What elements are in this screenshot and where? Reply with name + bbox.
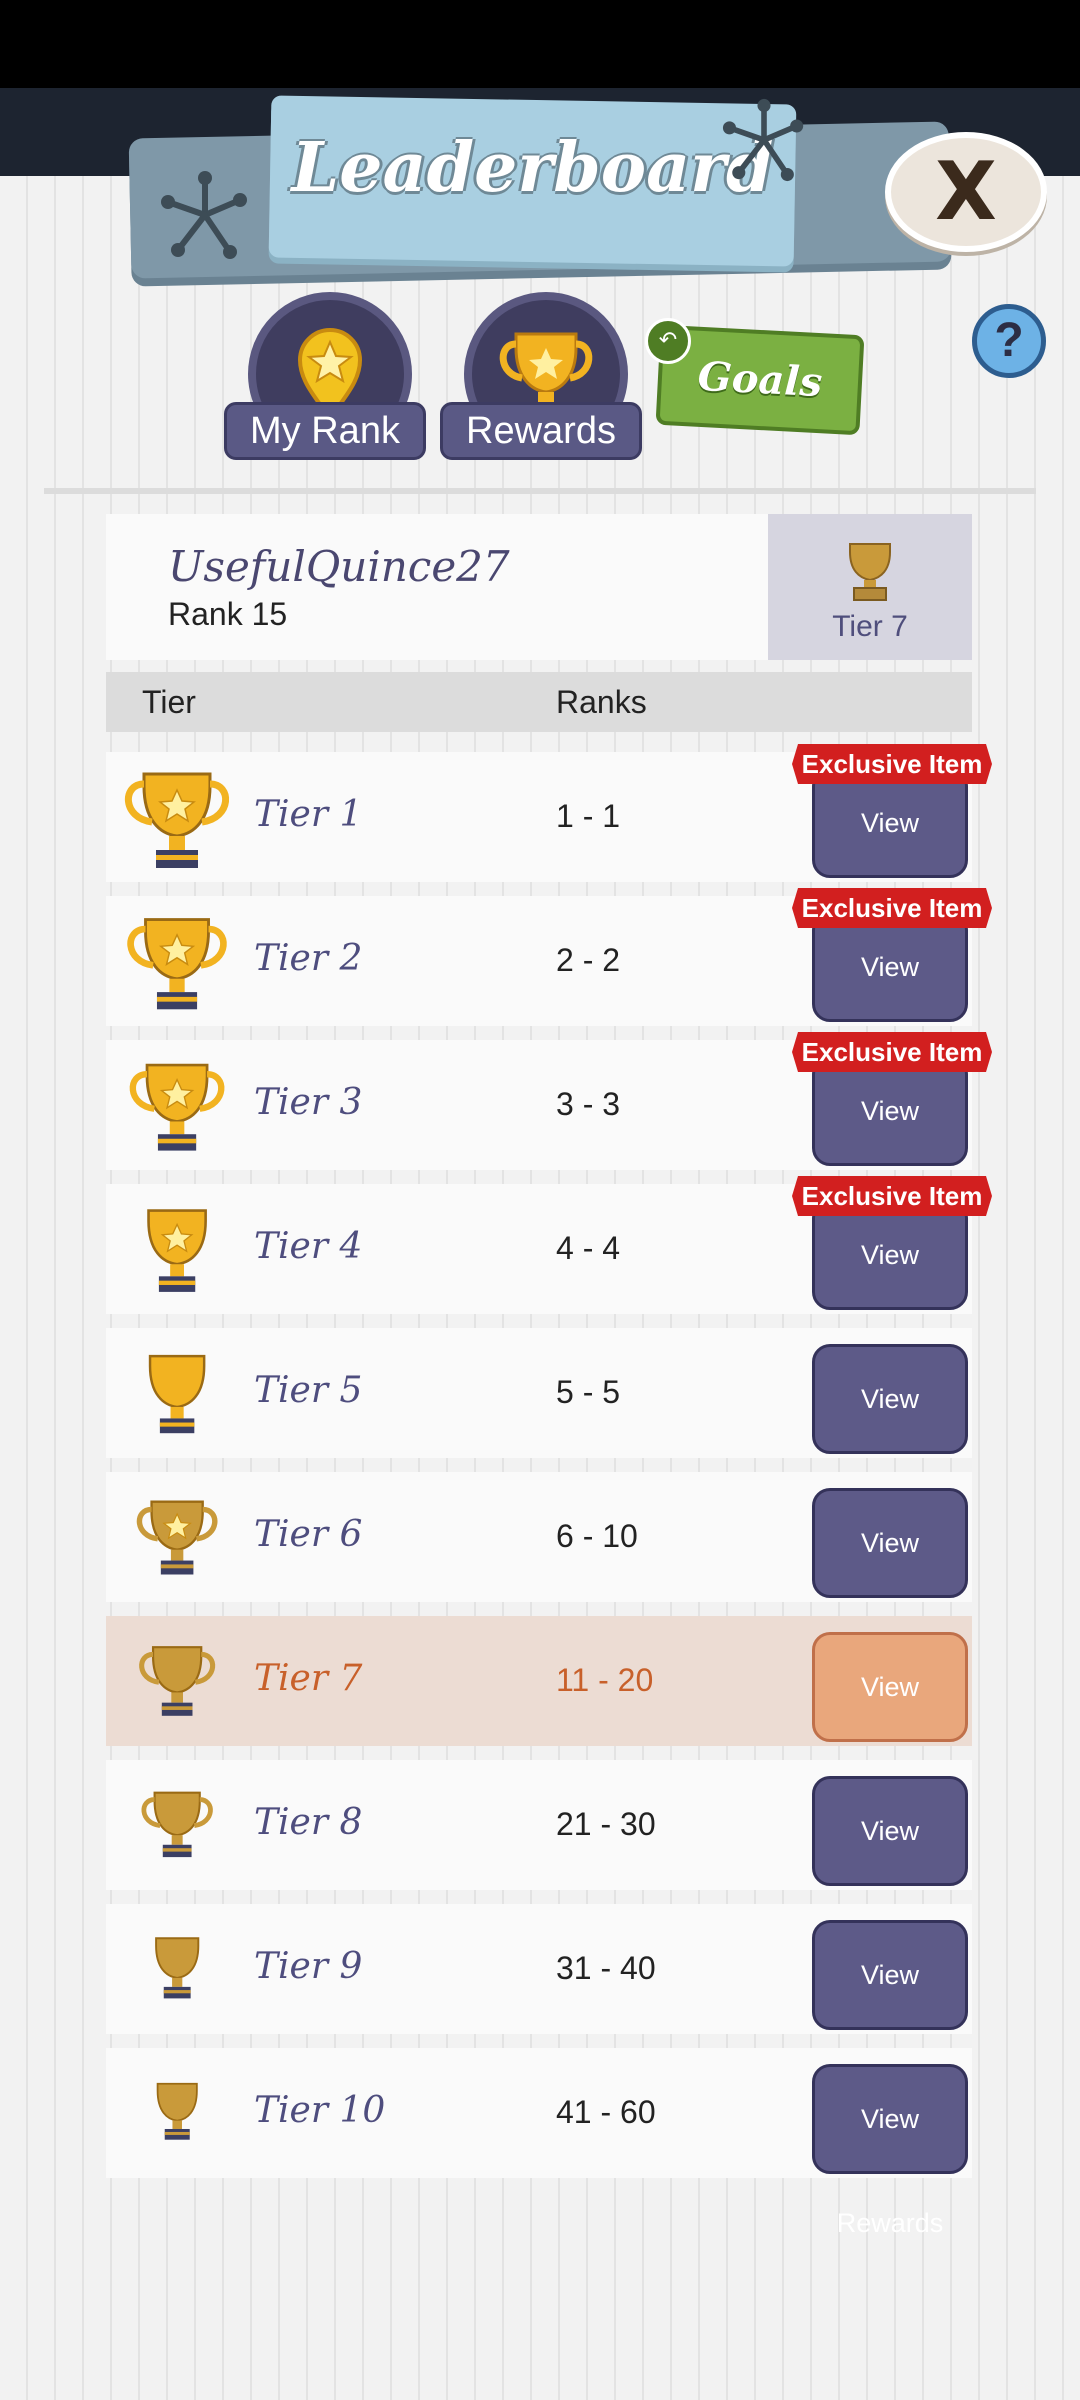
my-rank-label[interactable]: My Rank — [224, 402, 426, 460]
tier-ranks: 3 - 3 — [556, 1086, 621, 1122]
snowflake-icon — [161, 171, 247, 259]
close-button[interactable]: X — [885, 132, 1047, 252]
tier-row: Tier 1 1 - 1 View RewardsExclusive Item — [106, 744, 992, 942]
close-icon: X — [935, 145, 997, 238]
tier-row: Tier 5 5 - 5 View Rewards — [106, 1328, 972, 1518]
view-rewards-button[interactable]: View Rewards — [812, 1344, 968, 1518]
view-rewards-button[interactable]: View Rewards — [812, 1056, 968, 1230]
col-ranks-header: Ranks — [556, 684, 647, 720]
table-header: Tier Ranks — [106, 672, 972, 732]
view-rewards-button[interactable]: View Rewards — [812, 912, 968, 1086]
tier-ranks: 1 - 1 — [556, 798, 621, 834]
trophy-icon — [156, 2082, 198, 2140]
tier-row: Tier 4 4 - 4 View RewardsExclusive Item — [106, 1176, 992, 1374]
tier-row: Tier 3 3 - 3 View RewardsExclusive Item — [106, 1032, 992, 1230]
snowflake-icon — [722, 98, 804, 182]
divider — [44, 488, 1036, 494]
exclusive-item-badge: Exclusive Item — [792, 1176, 992, 1216]
tier-ranks: 31 - 40 — [556, 1950, 656, 1986]
help-button[interactable]: ? — [972, 304, 1046, 378]
tier-name: Tier 5 — [254, 1370, 363, 1411]
tier-name: Tier 3 — [254, 1082, 363, 1123]
tier-ranks: 5 - 5 — [556, 1374, 621, 1410]
tier-ranks: 2 - 2 — [556, 942, 621, 978]
tier-ranks: 6 - 10 — [556, 1518, 638, 1554]
tier-name: Tier 9 — [254, 1946, 363, 1987]
view-rewards-button[interactable]: View Rewards — [812, 1488, 968, 1662]
rewards-label[interactable]: Rewards — [440, 402, 642, 460]
view-rewards-button[interactable]: View Rewards — [812, 1632, 968, 1806]
user-tier-box: Tier 7 — [768, 514, 972, 660]
user-tier: Tier 7 — [832, 610, 908, 643]
trophy-icon — [148, 1354, 206, 1434]
col-tier-header: Tier — [142, 684, 196, 720]
user-rank: Rank 15 — [168, 596, 288, 632]
view-rewards-button[interactable]: View Rewards — [812, 2064, 968, 2238]
tier-name: Tier 4 — [254, 1226, 363, 1267]
page-title: Leaderboard — [291, 128, 774, 208]
view-rewards-button[interactable]: View Rewards — [812, 1776, 968, 1950]
tier-name: Tier 6 — [254, 1514, 363, 1555]
username: UsefulQuince27 — [168, 542, 510, 591]
tier-ranks: 4 - 4 — [556, 1230, 621, 1266]
tier-row: Tier 2 2 - 2 View RewardsExclusive Item — [106, 888, 992, 1086]
tier-row: Tier 8 21 - 30 View Rewards — [106, 1760, 972, 1950]
trophy-icon — [849, 543, 891, 601]
trophy-icon — [155, 1937, 200, 1999]
exclusive-item-badge: Exclusive Item — [792, 1032, 992, 1072]
trophy-icon — [141, 1791, 213, 1858]
tier-name: Tier 1 — [254, 794, 363, 835]
tier-name: Tier 2 — [254, 938, 363, 979]
tier-row: Tier 7 11 - 20 View Rewards — [106, 1616, 972, 1806]
exclusive-item-badge: Exclusive Item — [792, 888, 992, 928]
trophy-icon — [139, 1646, 216, 1716]
tier-row: Tier 10 41 - 60 View Rewards — [106, 2048, 972, 2238]
tier-ranks: 11 - 20 — [556, 1662, 654, 1698]
tier-name: Tier 7 — [254, 1658, 363, 1699]
tier-name: Tier 10 — [254, 2090, 386, 2131]
status-bar — [0, 0, 1080, 88]
tier-name: Tier 8 — [254, 1802, 363, 1843]
tier-ranks: 21 - 30 — [556, 1806, 656, 1842]
tier-ranks: 41 - 60 — [556, 2094, 656, 2130]
tier-row: Tier 6 6 - 10 View Rewards — [106, 1472, 972, 1662]
view-rewards-button[interactable]: View Rewards — [812, 768, 968, 942]
trophy-icon — [129, 1063, 225, 1151]
trophy-icon — [147, 1209, 207, 1292]
back-arrow-icon: ↶ — [645, 318, 691, 364]
exclusive-item-badge: Exclusive Item — [792, 744, 992, 784]
tier-row: Tier 9 31 - 40 View Rewards — [106, 1904, 972, 2094]
trophy-icon — [127, 918, 227, 1010]
view-rewards-button[interactable]: View Rewards — [812, 1200, 968, 1374]
user-rank-card: UsefulQuince27 Rank 15 Tier 7 — [106, 514, 972, 660]
view-rewards-button[interactable]: View Rewards — [812, 1920, 968, 2094]
trophy-icon — [125, 772, 229, 868]
leaderboard-screen: Leaderboard X My Rank Rewards Goals ↶ ? — [0, 0, 1080, 2400]
trophy-icon — [136, 1500, 218, 1575]
